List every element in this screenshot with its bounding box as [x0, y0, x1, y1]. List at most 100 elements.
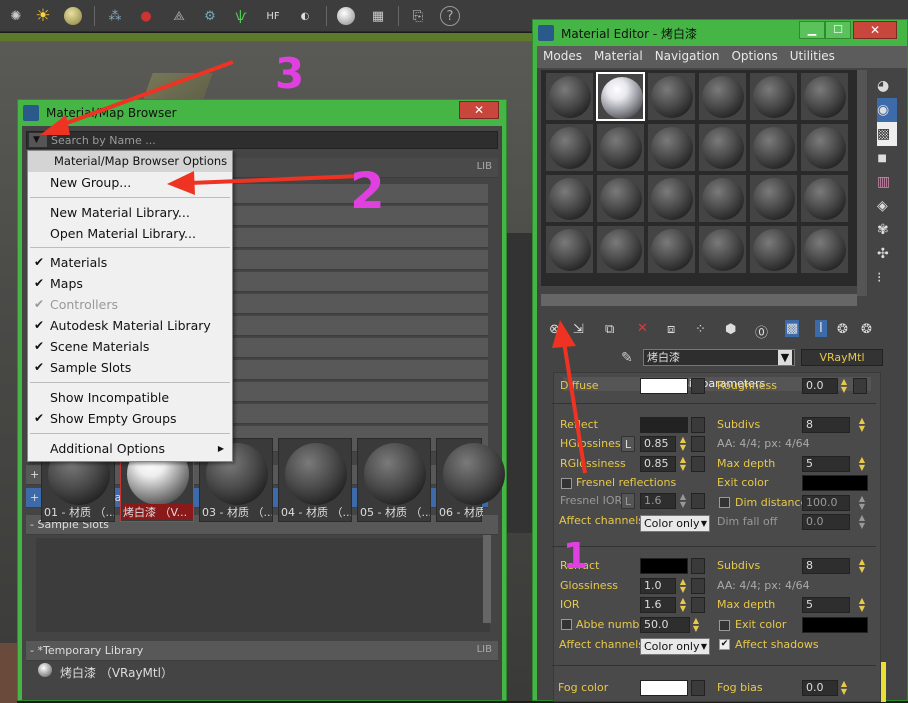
- show-end-result-icon[interactable]: Ⅰ: [815, 320, 827, 337]
- grass-icon[interactable]: ѱ: [230, 5, 252, 27]
- make-unique-icon[interactable]: ⁘: [695, 322, 706, 337]
- refract-subdivs-field[interactable]: 8: [802, 558, 850, 574]
- reset-icon[interactable]: ✕: [637, 321, 648, 336]
- rglossiness-map-button[interactable]: [691, 456, 705, 472]
- go-forward-icon[interactable]: ❂: [861, 322, 872, 337]
- reflect-max-depth-field[interactable]: 5: [802, 456, 850, 472]
- material-slot[interactable]: [698, 225, 747, 274]
- fog-bias-spinner[interactable]: ▲ ▼: [839, 680, 849, 696]
- material-slot[interactable]: [698, 72, 747, 121]
- hglossiness-spinner[interactable]: ▲ ▼: [678, 436, 688, 452]
- menu-item-show-incompatible[interactable]: Show Incompatible: [28, 387, 232, 408]
- abbe-field[interactable]: 50.0: [640, 617, 690, 633]
- show-shaded-icon[interactable]: ▩: [785, 320, 800, 337]
- rglossiness-field[interactable]: 0.85: [640, 456, 676, 472]
- hair-icon[interactable]: ●: [135, 5, 157, 27]
- material-slot[interactable]: [698, 123, 747, 172]
- menu-item-additional-options[interactable]: Additional Options ▶: [28, 438, 232, 459]
- material-slot[interactable]: [647, 174, 696, 223]
- material-slot[interactable]: [800, 123, 849, 172]
- sample-slot-5[interactable]: 05 - 材质 （...: [357, 438, 431, 522]
- go-to-parent-icon[interactable]: ❂: [837, 322, 848, 337]
- menu-item-open-material-library[interactable]: Open Material Library...: [28, 223, 232, 244]
- refract-max-depth-spinner[interactable]: ▲ ▼: [857, 597, 867, 613]
- affect-channels-refract-dropdown[interactable]: Color only ▼: [640, 638, 710, 655]
- glossiness-spinner[interactable]: ▲ ▼: [678, 578, 688, 594]
- image-icon[interactable]: ▦: [367, 5, 389, 27]
- temporary-library-group[interactable]: - *Temporary Library LIB: [26, 641, 498, 661]
- options-dropdown-button[interactable]: ▼: [29, 133, 47, 147]
- sun-icon[interactable]: ☀: [32, 5, 54, 27]
- ior-field[interactable]: 1.6: [640, 597, 676, 613]
- eyedropper-icon[interactable]: ✎: [621, 350, 633, 366]
- menu-item-scene-materials[interactable]: ✔ Scene Materials: [28, 336, 232, 357]
- fresnel-checkbox[interactable]: [561, 478, 572, 489]
- paint-icon[interactable]: ⁂: [104, 5, 126, 27]
- particle-icon[interactable]: ✺: [5, 5, 27, 27]
- roughness-map-button[interactable]: [853, 378, 867, 394]
- sphere-render-icon[interactable]: [335, 5, 357, 27]
- material-type-button[interactable]: VRayMtl: [801, 349, 883, 366]
- menu-material[interactable]: Material: [588, 46, 649, 68]
- ox-icon[interactable]: ◐: [294, 5, 316, 27]
- put-to-scene-icon[interactable]: ⇲: [573, 322, 584, 337]
- roughness-field[interactable]: 0.0: [802, 378, 838, 394]
- material-slot[interactable]: [545, 123, 594, 172]
- close-button[interactable]: ✕: [459, 101, 499, 119]
- material-slot[interactable]: [596, 72, 645, 121]
- gear-icon[interactable]: ⚙: [199, 5, 221, 27]
- material-navigator-icon[interactable]: ⁝: [877, 266, 897, 290]
- video-color-check-icon[interactable]: ▥: [877, 170, 897, 194]
- refract-map-button[interactable]: [691, 558, 705, 574]
- refract-color-swatch[interactable]: [640, 558, 688, 574]
- affect-shadows-checkbox[interactable]: ✔: [719, 639, 730, 650]
- copy-material-icon[interactable]: ⧈: [667, 322, 675, 337]
- fresnel-ior-lock-button[interactable]: L: [621, 493, 635, 509]
- help-icon[interactable]: ?: [440, 6, 460, 26]
- dim-distance-checkbox[interactable]: [719, 497, 730, 508]
- exit-color-refract-swatch[interactable]: [802, 617, 868, 633]
- menu-navigation[interactable]: Navigation: [649, 46, 726, 68]
- vertical-scrollbar[interactable]: [857, 70, 867, 296]
- assign-material-icon[interactable]: ⧉: [605, 322, 614, 337]
- fresnel-ior-spinner[interactable]: ▲ ▼: [678, 493, 688, 509]
- material-slot[interactable]: [545, 72, 594, 121]
- refract-max-depth-field[interactable]: 5: [802, 597, 850, 613]
- reflect-color-swatch[interactable]: [640, 417, 688, 433]
- menu-options[interactable]: Options: [725, 46, 783, 68]
- reflect-map-button[interactable]: [691, 417, 705, 433]
- exit-color-swatch[interactable]: [802, 475, 868, 491]
- refract-subdivs-spinner[interactable]: ▲ ▼: [857, 558, 867, 574]
- put-to-library-icon[interactable]: ⬢: [725, 322, 736, 337]
- material-slot[interactable]: [800, 174, 849, 223]
- material-slot[interactable]: [545, 174, 594, 223]
- material-slot[interactable]: [749, 174, 798, 223]
- maximize-button[interactable]: ☐: [825, 21, 851, 39]
- minimize-button[interactable]: ▁: [799, 21, 825, 39]
- material-name-field[interactable]: 烤白漆 ▼: [643, 349, 795, 366]
- reflect-subdivs-field[interactable]: 8: [802, 417, 850, 433]
- close-button[interactable]: ✕: [853, 21, 897, 39]
- menu-item-autodesk-material-library[interactable]: ✔ Autodesk Material Library: [28, 315, 232, 336]
- material-id-icon[interactable]: ⓪: [755, 322, 768, 341]
- backlight-icon[interactable]: ◉: [877, 98, 897, 122]
- sample-slot-6[interactable]: 06 - 材质: [436, 438, 505, 522]
- dim-distance-field[interactable]: 100.0: [802, 495, 850, 511]
- sample-slot-4[interactable]: 04 - 材质 （...: [278, 438, 352, 522]
- material-slot[interactable]: [647, 123, 696, 172]
- sample-scrollbar[interactable]: [483, 535, 491, 623]
- panel-scroll-indicator[interactable]: [881, 662, 886, 702]
- material-slot[interactable]: [749, 225, 798, 274]
- export-icon[interactable]: ⎘: [407, 5, 429, 27]
- fog-color-swatch[interactable]: [640, 680, 688, 696]
- rglossiness-spinner[interactable]: ▲ ▼: [678, 456, 688, 472]
- fog-color-map-button[interactable]: [691, 680, 705, 696]
- hglossiness-field[interactable]: 0.85: [640, 436, 676, 452]
- diffuse-map-button[interactable]: [691, 378, 705, 394]
- material-slot[interactable]: [596, 174, 645, 223]
- exit-color-refract-checkbox[interactable]: [719, 620, 730, 631]
- menu-item-new-material-library[interactable]: New Material Library...: [28, 202, 232, 223]
- abbe-spinner[interactable]: ▲ ▼: [691, 617, 701, 633]
- material-slot[interactable]: [647, 225, 696, 274]
- fresnel-ior-field[interactable]: 1.6: [640, 493, 676, 509]
